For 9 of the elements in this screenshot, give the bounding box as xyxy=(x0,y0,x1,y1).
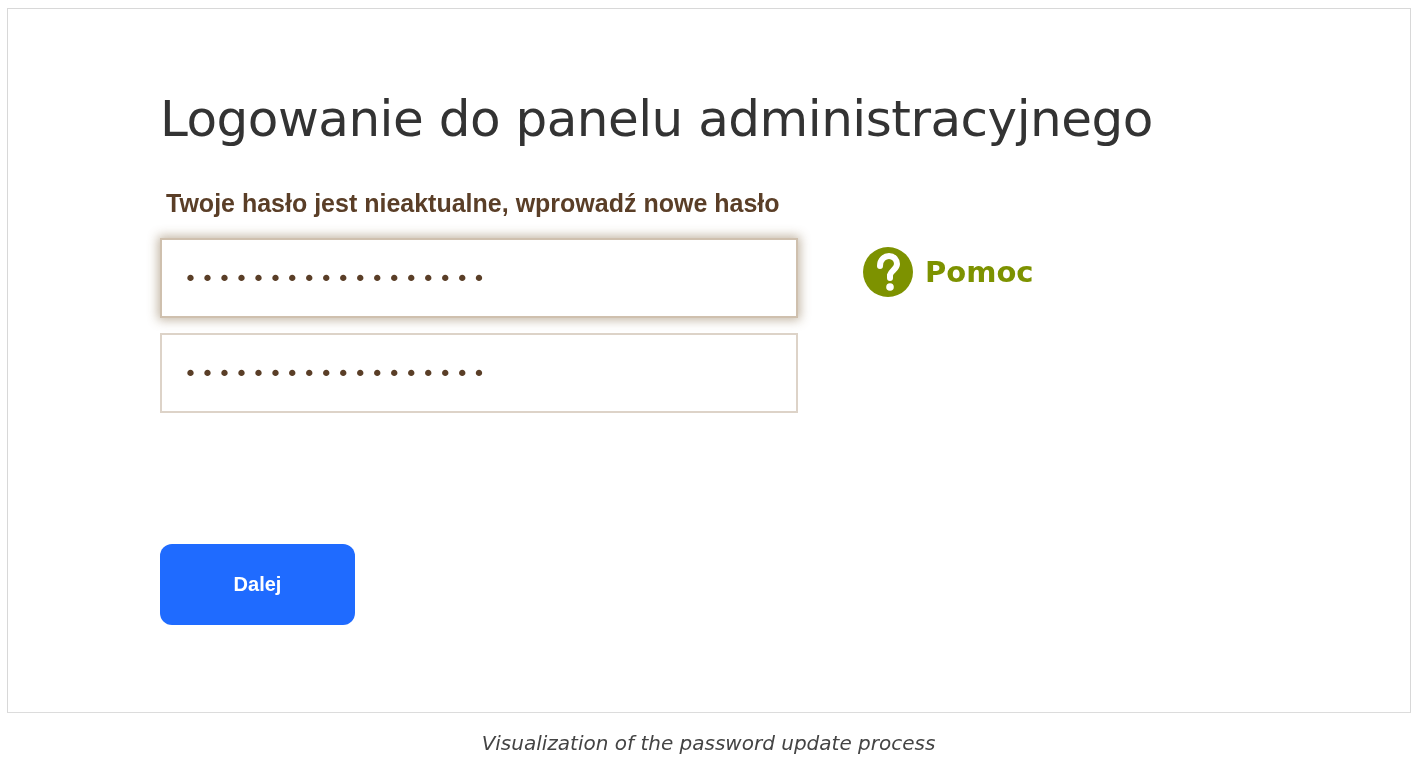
help-label[interactable]: Pomoc xyxy=(925,255,1034,289)
password-field[interactable]: •••••••••••••••••• xyxy=(160,333,798,413)
help-link[interactable]: Pomoc xyxy=(863,247,1034,297)
page-title: Logowanie do panelu administracyjnego xyxy=(160,89,1154,150)
password-expired-message: Twoje hasło jest nieaktualne, wprowadź nowe hasło xyxy=(166,189,781,218)
next-button[interactable]: Dalej xyxy=(160,544,355,625)
caption: Visualization of the password update process xyxy=(480,730,937,755)
password-field[interactable]: •••••••••••••••••• xyxy=(160,238,798,318)
help-icon xyxy=(863,247,913,297)
